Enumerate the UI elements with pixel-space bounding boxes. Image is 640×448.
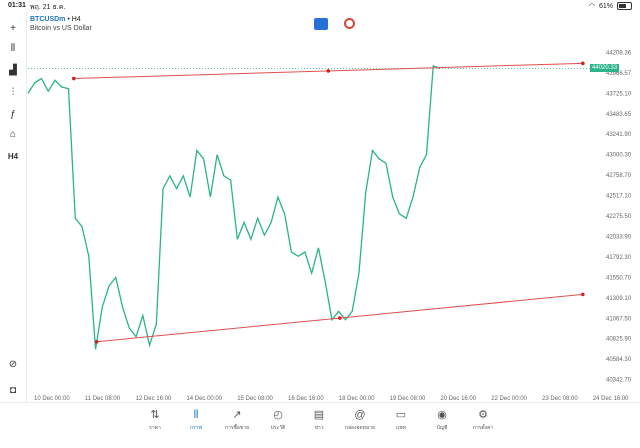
price-axis-label: 42033.90 xyxy=(606,234,632,240)
price-line xyxy=(27,64,441,350)
price-axis-label: 40584.30 xyxy=(606,357,632,363)
price-axis-label: 43241.90 xyxy=(606,132,632,138)
tab-label: การตั้งค่า xyxy=(472,425,494,431)
tab-icon: ▭ xyxy=(395,409,407,421)
tab-icon: ⚙ xyxy=(478,409,488,421)
trendline-handle[interactable] xyxy=(581,292,585,297)
price-axis-label: 41792.30 xyxy=(606,255,632,261)
price-axis-label: 43000.30 xyxy=(606,153,632,159)
tab-label: กราฟ xyxy=(189,425,203,431)
tab-icon: ⫴ xyxy=(193,409,199,421)
price-axis-label: 42758.70 xyxy=(606,173,632,179)
tab-label: ประวัติ xyxy=(270,425,286,431)
tab-icon: @ xyxy=(354,409,366,421)
tab-7[interactable]: ◉ บัญชี xyxy=(422,409,462,432)
tab-6[interactable]: ▭ แชท xyxy=(381,409,421,432)
tab-label: ราคา xyxy=(149,425,161,431)
price-axis-label: 40825.90 xyxy=(606,337,632,343)
trendline-handle[interactable] xyxy=(94,339,99,344)
tab-4[interactable]: ▤ ข่าว xyxy=(299,409,339,432)
price-axis-label: 43483.65 xyxy=(606,112,632,118)
tab-label: แชท xyxy=(396,425,406,431)
trendline-handle[interactable] xyxy=(581,61,585,66)
tab-icon: ◴ xyxy=(273,409,283,421)
bottom-tab-bar: ⇅ ราคา ⫴ กราฟ ↗ การซื้อขาย ◴ ประวัติ ▤ ข่าว @ กล่อง… xyxy=(0,402,640,448)
trendline-handle[interactable] xyxy=(337,316,342,320)
price-axis-label: 41309.10 xyxy=(606,296,632,302)
price-axis-label: 41550.70 xyxy=(606,275,632,281)
tab-8[interactable]: ⚙ การตั้งค่า xyxy=(463,409,503,432)
tab-2[interactable]: ↗ การซื้อขาย xyxy=(217,409,257,432)
trendline-handle[interactable] xyxy=(71,76,76,81)
price-axis-label: 42517.10 xyxy=(606,194,632,200)
tab-3[interactable]: ◴ ประวัติ xyxy=(258,409,298,432)
price-axis-label: 44208.36 xyxy=(606,50,632,56)
price-axis-label: 40342.70 xyxy=(606,378,632,384)
price-axis-label: 42275.50 xyxy=(606,214,632,220)
tab-label: บัญชี xyxy=(436,425,448,431)
tab-label: การซื้อขาย xyxy=(224,425,250,431)
tab-0[interactable]: ⇅ ราคา xyxy=(135,409,175,432)
current-price-tag: 44020.33 xyxy=(590,64,620,73)
tab-icon: ▤ xyxy=(313,409,325,421)
trendline-handle[interactable] xyxy=(326,69,331,73)
price-chart[interactable]: 44208.3643966.5743725.1043483.6543241.90… xyxy=(0,0,640,402)
tab-icon: ↗ xyxy=(232,409,242,421)
price-axis-label: 43725.10 xyxy=(606,91,632,97)
price-axis-label: 41067.50 xyxy=(606,316,632,322)
tab-label: ข่าว xyxy=(314,425,324,431)
tab-icon: ◉ xyxy=(437,409,447,421)
tab-icon: ⇅ xyxy=(150,409,160,421)
tab-1[interactable]: ⫴ กราฟ xyxy=(176,409,216,432)
tab-5[interactable]: @ กล่องจดหมาย xyxy=(340,409,380,432)
tab-label: กล่องจดหมาย xyxy=(344,425,376,431)
